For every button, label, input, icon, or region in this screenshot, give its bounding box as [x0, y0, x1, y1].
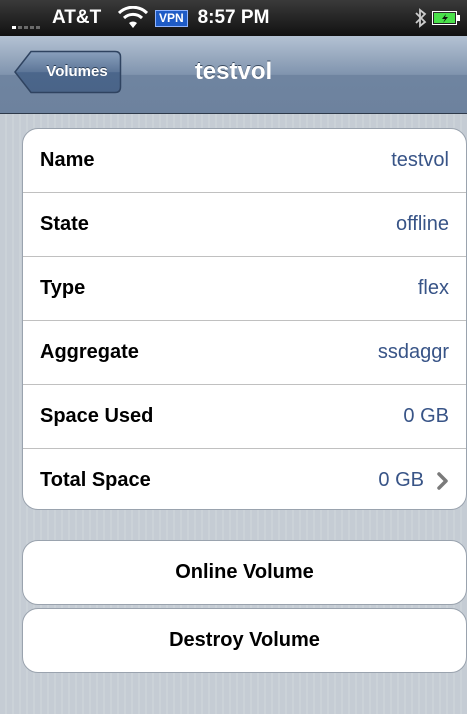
detail-value: 0 GB: [378, 469, 424, 491]
detail-label: Total Space: [40, 469, 151, 491]
detail-row-total-space[interactable]: Total Space 0 GB: [23, 449, 466, 509]
detail-label: Space Used: [40, 405, 154, 427]
bluetooth-icon: [415, 8, 427, 28]
back-button-label: Volumes: [46, 63, 108, 80]
page-title: testvol: [194, 58, 273, 85]
status-bar: AT&T VPN 8:57 PM: [0, 0, 467, 36]
detail-label: State: [40, 213, 89, 235]
online-volume-label: Online Volume: [175, 561, 314, 583]
detail-value: testvol: [391, 149, 449, 171]
detail-row-aggregate: Aggregate ssdaggr: [23, 321, 466, 385]
detail-value: 0 GB: [403, 405, 449, 427]
detail-label: Aggregate: [40, 341, 139, 363]
detail-row-type: Type flex: [23, 257, 466, 321]
battery-icon: [432, 11, 460, 25]
detail-label: Name: [40, 149, 95, 171]
chevron-right-icon: [437, 472, 448, 490]
status-time: 8:57 PM: [197, 7, 270, 28]
detail-row-name: Name testvol: [23, 129, 466, 193]
detail-row-state: State offline: [23, 193, 466, 257]
detail-row-space-used: Space Used 0 GB: [23, 385, 466, 449]
back-button[interactable]: Volumes: [14, 50, 122, 94]
volume-details-table: Name testvol State offline Type flex Agg…: [22, 128, 467, 510]
detail-label: Type: [40, 277, 86, 299]
detail-value: flex: [417, 277, 449, 299]
online-volume-button[interactable]: Online Volume: [22, 540, 467, 605]
navigation-bar: Volumes testvol: [0, 36, 467, 114]
destroy-volume-label: Destroy Volume: [169, 629, 320, 651]
destroy-volume-button[interactable]: Destroy Volume: [22, 608, 467, 673]
detail-value: ssdaggr: [377, 341, 449, 363]
detail-value: offline: [395, 213, 449, 235]
